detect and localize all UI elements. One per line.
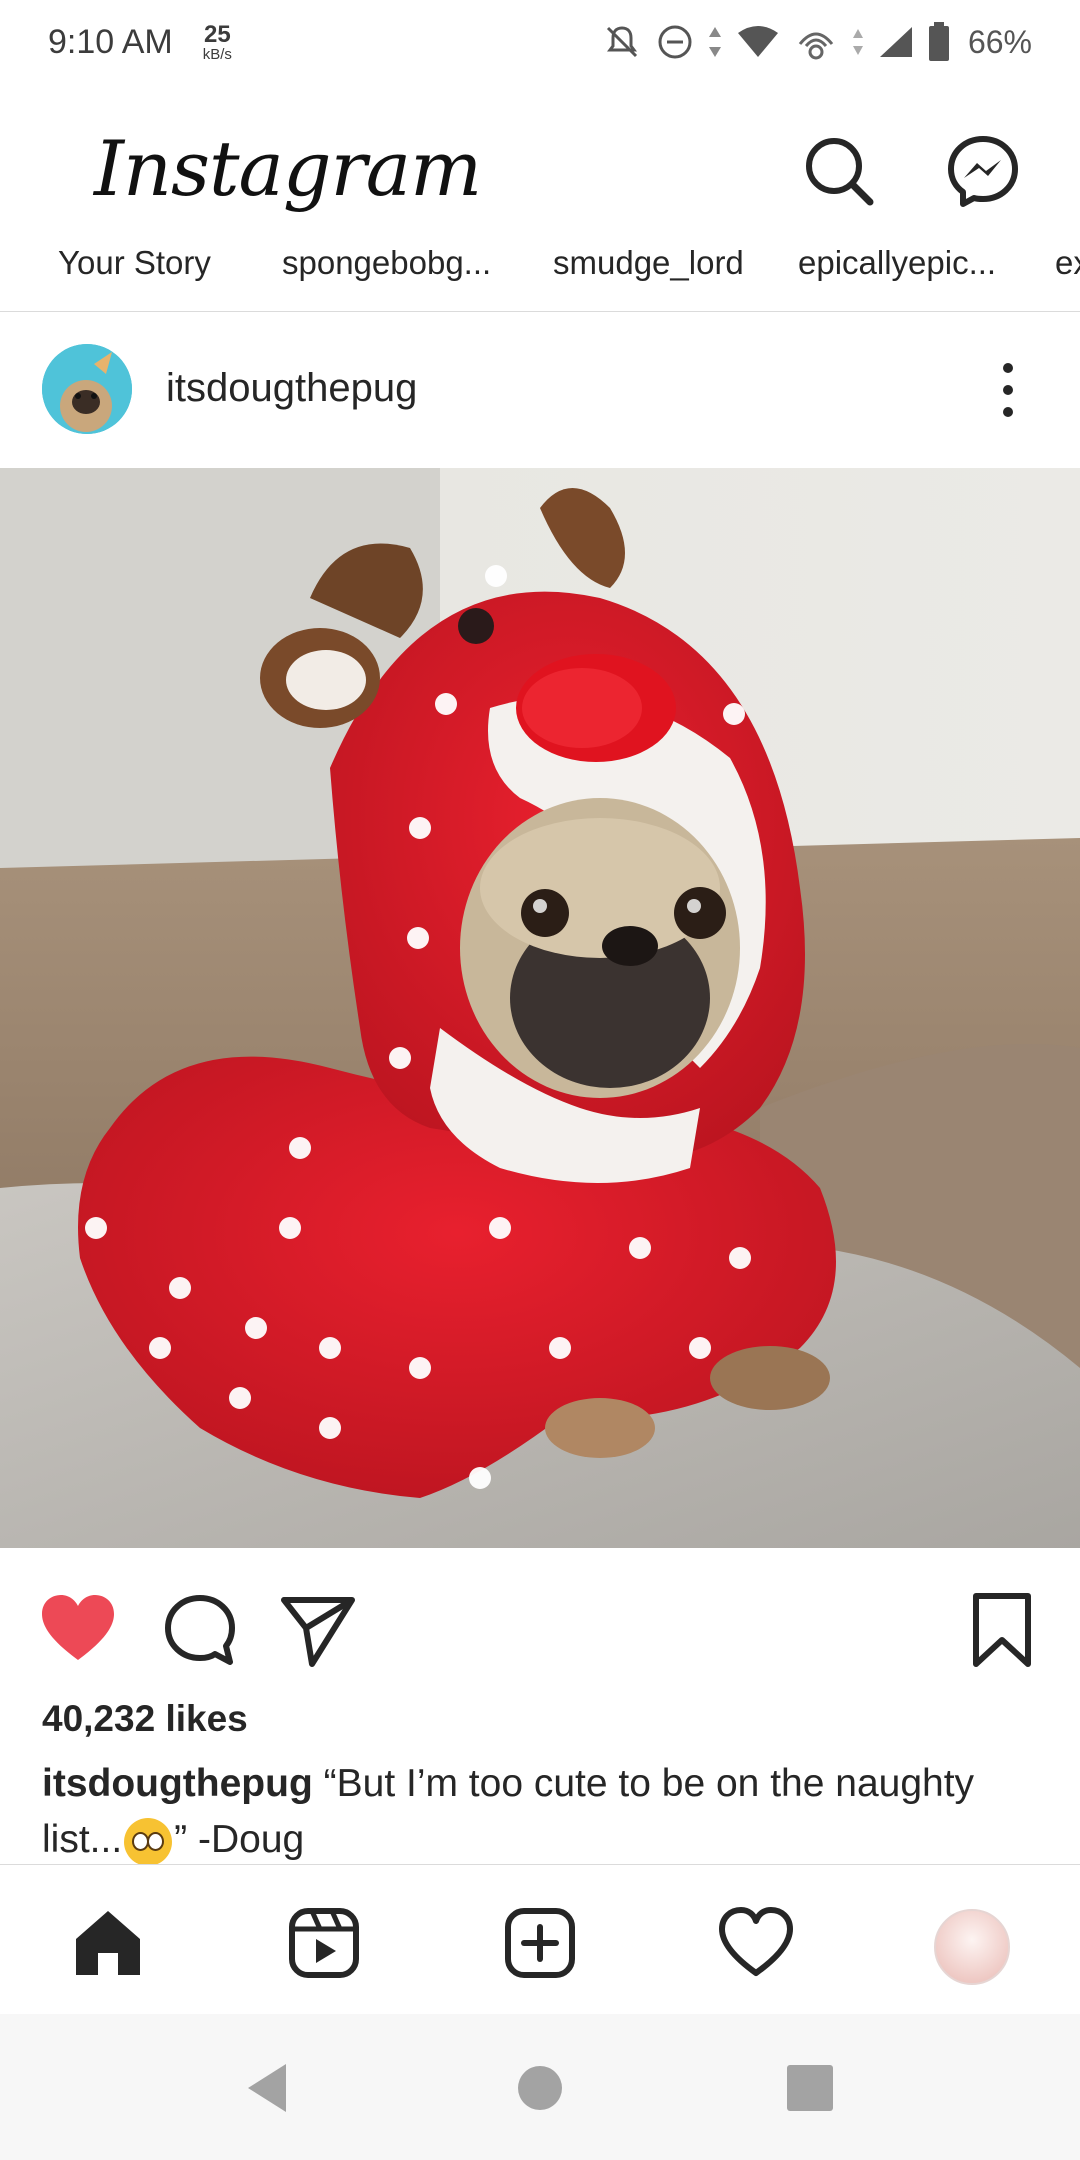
status-time: 9:10 AM: [48, 22, 173, 61]
nav-home[interactable]: [70, 1905, 146, 1981]
hotspot-icon: [798, 32, 834, 60]
post-image[interactable]: [0, 468, 1080, 1548]
search-button[interactable]: [802, 134, 876, 208]
likes-count[interactable]: 40,232 likes: [42, 1698, 248, 1740]
messenger-button[interactable]: [946, 134, 1020, 208]
mute-icon: [606, 26, 638, 58]
signal-icon: [879, 27, 912, 57]
network-speed: 25 kB/s: [202, 20, 232, 63]
system-back-button[interactable]: [240, 2058, 300, 2118]
post-avatar[interactable]: [42, 344, 132, 434]
comment-button[interactable]: [160, 1590, 240, 1670]
status-icons: 66%: [602, 22, 1032, 62]
bottom-nav: [0, 1864, 1080, 2014]
like-button[interactable]: [38, 1590, 118, 1670]
pug-avatar-image: [42, 344, 132, 434]
app-header: Instagram: [0, 84, 1080, 256]
story-label[interactable]: epicallyepic...: [798, 244, 996, 282]
story-label[interactable]: smudge_lord: [553, 244, 744, 282]
post-more-button[interactable]: [988, 354, 1028, 426]
nav-new-post[interactable]: [502, 1905, 578, 1981]
story-label[interactable]: spongebobg...: [282, 244, 491, 282]
heart-filled-icon: [42, 1595, 114, 1660]
system-nav-bar: [0, 2014, 1080, 2160]
home-icon: [76, 1911, 140, 1975]
more-options-icon: [1003, 363, 1013, 417]
pug-in-reindeer-robe-photo: [0, 468, 1080, 1548]
do-not-disturb-icon: [658, 25, 692, 59]
send-icon: [281, 1597, 355, 1667]
network-speed-value: 25: [203, 20, 231, 48]
reels-icon: [289, 1908, 359, 1978]
status-bar: 9:10 AM 25 kB/s 66%: [0, 0, 1080, 84]
data-arrows-icon-2: [852, 29, 863, 55]
network-speed-unit: kB/s: [202, 45, 232, 63]
activity-icon: [719, 1907, 793, 1976]
profile-avatar[interactable]: [934, 1909, 1010, 1985]
stories-strip[interactable]: Your Story spongebobg... smudge_lord epi…: [0, 244, 1080, 312]
story-label[interactable]: ex: [1055, 244, 1080, 282]
post-username[interactable]: itsdougthepug: [166, 366, 417, 411]
comment-icon: [165, 1595, 235, 1665]
search-icon: [806, 138, 874, 206]
battery-icon: [928, 22, 949, 61]
pleading-face-emoji: [124, 1817, 173, 1866]
caption-username[interactable]: itsdougthepug: [42, 1762, 313, 1805]
new-post-icon: [505, 1908, 575, 1978]
system-home-button[interactable]: [510, 2058, 570, 2118]
nav-reels[interactable]: [286, 1905, 362, 1981]
caption-text-end: ” -Doug: [174, 1818, 305, 1861]
battery-percent: 66%: [967, 23, 1032, 60]
system-recents-button[interactable]: [780, 2058, 840, 2118]
recents-square-icon: [787, 2065, 833, 2111]
nav-activity[interactable]: [718, 1905, 794, 1981]
save-button[interactable]: [962, 1590, 1042, 1670]
share-button[interactable]: [278, 1590, 358, 1670]
instagram-logo[interactable]: Instagram: [94, 124, 482, 213]
post-header: itsdougthepug: [0, 312, 1080, 468]
post-actions: [0, 1548, 1080, 1698]
messenger-icon: [948, 136, 1018, 207]
data-arrows-icon: [708, 27, 721, 57]
wifi-icon: [737, 26, 778, 57]
home-circle-icon: [518, 2066, 562, 2110]
story-label[interactable]: Your Story: [58, 244, 211, 282]
post-caption: itsdougthepug “But I’m too cute to be on…: [42, 1756, 1042, 1868]
back-triangle-icon: [248, 2064, 286, 2112]
bookmark-icon: [973, 1593, 1031, 1667]
